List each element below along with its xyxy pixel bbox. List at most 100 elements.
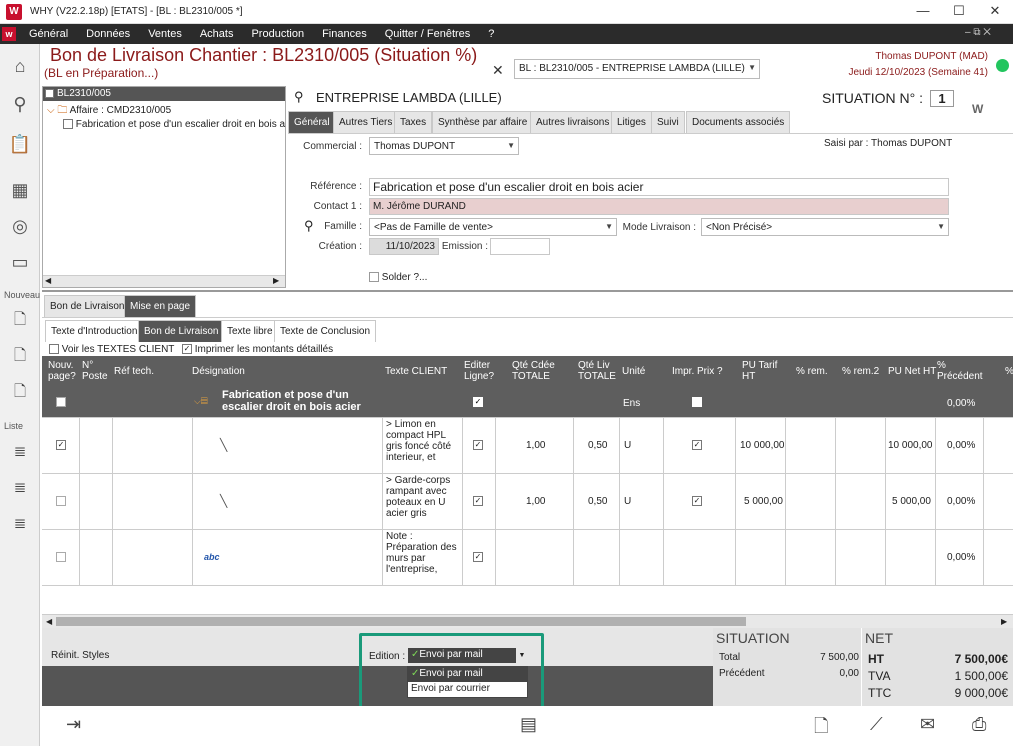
col-pu-net[interactable]: PU Net HT xyxy=(888,366,936,377)
menu-ventes[interactable]: Ventes xyxy=(139,24,191,44)
client-search-icon[interactable]: ⚲ xyxy=(294,89,304,105)
list-a-icon[interactable]: ≣ xyxy=(6,474,34,500)
nouv-page-checkbox[interactable] xyxy=(56,397,66,407)
menu-achats[interactable]: Achats xyxy=(191,24,243,44)
home-icon[interactable]: ⌂ xyxy=(6,52,34,80)
grid-scrollbar[interactable]: ◀ ▶ xyxy=(42,614,1013,628)
nouv-page-checkbox[interactable]: ✓ xyxy=(56,440,66,451)
col-pct[interactable]: % xyxy=(1005,366,1013,377)
table-row[interactable]: ⌵▤ Fabrication et pose d'un escalier dro… xyxy=(42,388,1013,418)
col-editer-ligne[interactable]: Editer Ligne? xyxy=(464,360,500,382)
tree-item[interactable]: Fabrication et pose d'un escalier droit … xyxy=(63,119,285,130)
tree-scrollbar[interactable]: ◀ ▶ xyxy=(43,275,285,287)
calculator-icon[interactable]: ▦ xyxy=(6,176,34,204)
col-pct-precedent[interactable]: % Précédent xyxy=(937,360,987,382)
subtab-bon-livraison[interactable]: Bon de Livraison xyxy=(44,295,131,317)
pdf-icon[interactable]: 🗋 xyxy=(814,714,828,744)
editer-checkbox[interactable]: ✓ xyxy=(473,397,483,407)
imprimer-montants-checkbox[interactable]: ✓ Imprimer les montants détaillés xyxy=(182,344,333,355)
tab-synthese[interactable]: Synthèse par affaire xyxy=(432,111,534,133)
tab-suivi[interactable]: Suivi xyxy=(651,111,685,133)
table-row[interactable]: abc Note : Préparation des murs par l'en… xyxy=(42,530,1013,586)
impr-prix-checkbox[interactable] xyxy=(692,397,702,407)
clipboard-icon[interactable]: ▤ xyxy=(520,714,537,735)
folder-icon[interactable]: ▭ xyxy=(6,248,34,276)
editer-checkbox[interactable]: ✓ xyxy=(473,496,483,507)
reinit-styles-button[interactable]: Réinit. Styles xyxy=(51,650,109,661)
impr-prix-checkbox[interactable]: ✓ xyxy=(692,440,702,451)
mdi-controls-icon[interactable]: – ⧉ ✕ xyxy=(965,27,991,38)
pagetab-bon-livraison[interactable]: Bon de Livraison xyxy=(138,320,225,342)
list-c-icon[interactable]: ≣ xyxy=(6,510,34,536)
col-no-poste[interactable]: N° Poste xyxy=(82,360,110,382)
emission-input[interactable] xyxy=(490,238,550,255)
new-doc-c-icon[interactable]: 🗋 xyxy=(6,380,34,406)
menu-quitter[interactable]: Quitter / Fenêtres xyxy=(376,24,480,44)
table-row[interactable]: ╲ > Garde-corps rampant avec poteaux en … xyxy=(42,474,1013,530)
col-pu-tarif[interactable]: PU Tarif HT xyxy=(742,360,784,382)
pencil-icon[interactable]: ╲ xyxy=(220,494,227,508)
col-qte-liv[interactable]: Qté Liv TOTALE xyxy=(578,360,620,382)
edition-select[interactable]: ✓Envoi par mail xyxy=(408,648,516,663)
new-doc-a-icon[interactable]: 🗋 xyxy=(6,344,34,370)
menu-general[interactable]: Général xyxy=(20,24,77,44)
tab-taxes[interactable]: Taxes xyxy=(394,111,433,133)
tab-documents[interactable]: Documents associés xyxy=(686,111,791,133)
editer-checkbox[interactable]: ✓ xyxy=(473,440,483,451)
solder-checkbox[interactable]: Solder ?... xyxy=(369,272,427,283)
exit-icon[interactable]: ⇥ xyxy=(66,714,81,735)
menu-production[interactable]: Production xyxy=(242,24,313,44)
editer-checkbox[interactable]: ✓ xyxy=(473,552,483,563)
tree-root[interactable]: BL2310/005 xyxy=(43,87,285,101)
bl-selector[interactable]: BL : BL2310/005 - ENTREPRISE LAMBDA (LIL… xyxy=(514,59,760,79)
subtab-mise-en-page[interactable]: Mise en page xyxy=(124,295,197,317)
col-ref-tech[interactable]: Réf tech. xyxy=(114,366,154,377)
option-envoi-courrier[interactable]: Envoi par courrier xyxy=(408,682,527,697)
pagetab-texte-libre[interactable]: Texte libre xyxy=(221,320,279,342)
close-icon[interactable]: ✕ xyxy=(977,3,1013,19)
scroll-thumb[interactable] xyxy=(56,617,746,626)
tab-litiges[interactable]: Litiges xyxy=(611,111,652,133)
new-doc-d-icon[interactable]: 🗋 xyxy=(6,308,34,334)
col-unite[interactable]: Unité xyxy=(622,366,645,377)
contact-input[interactable]: M. Jérôme DURAND xyxy=(369,198,949,215)
chevron-down-icon[interactable]: ▼ xyxy=(516,648,528,663)
pagetab-conclusion[interactable]: Texte de Conclusion xyxy=(274,320,377,342)
creation-date[interactable]: 11/10/2023 xyxy=(369,238,439,255)
print-icon[interactable]: ⎙ xyxy=(972,714,986,735)
minimize-icon[interactable]: — xyxy=(905,3,941,18)
col-texte-client[interactable]: Texte CLIENT xyxy=(385,366,447,377)
search-icon[interactable]: ⚲ xyxy=(6,90,34,118)
nouv-page-checkbox[interactable] xyxy=(56,496,66,507)
situation-number[interactable]: 1 xyxy=(930,90,954,107)
globe-icon[interactable]: ◎ xyxy=(6,212,34,240)
col-nouv-page[interactable]: Nouv. page? xyxy=(48,360,80,382)
mode-livraison-select[interactable]: <Non Précisé> ▼ xyxy=(701,218,949,236)
tab-general[interactable]: Général xyxy=(288,111,336,133)
col-impr-prix[interactable]: Impr. Prix ? xyxy=(672,366,723,377)
col-designation[interactable]: Désignation xyxy=(192,366,245,377)
table-row[interactable]: ✓ ╲ > Limon en compact HPL gris foncé cô… xyxy=(42,418,1013,474)
link-icon[interactable]: ⟋ xyxy=(870,714,883,735)
col-rem2[interactable]: % rem.2 xyxy=(842,366,879,377)
col-rem[interactable]: % rem. xyxy=(796,366,828,377)
commercial-select[interactable]: Thomas DUPONT ▼ xyxy=(369,137,519,155)
impr-prix-checkbox[interactable]: ✓ xyxy=(692,496,702,507)
famille-select[interactable]: <Pas de Famille de vente> ▼ xyxy=(369,218,617,236)
tab-autres-tiers[interactable]: Autres Tiers xyxy=(333,111,399,133)
clear-icon[interactable]: ✕ xyxy=(492,62,504,79)
reference-input[interactable]: Fabrication et pose d'un escalier droit … xyxy=(369,178,949,196)
nouv-page-checkbox[interactable] xyxy=(56,552,66,563)
text-style-icon[interactable]: abc xyxy=(204,552,220,562)
option-envoi-mail[interactable]: ✓Envoi par mail xyxy=(408,667,527,682)
pencil-icon[interactable]: ╲ xyxy=(220,438,227,452)
list-d-icon[interactable]: ≣ xyxy=(6,438,34,464)
menu-donnees[interactable]: Données xyxy=(77,24,139,44)
email-icon[interactable]: ✉ xyxy=(920,714,935,735)
menu-finances[interactable]: Finances xyxy=(313,24,376,44)
col-qte-cdee[interactable]: Qté Cdée TOTALE xyxy=(512,360,562,382)
tab-autres-livraisons[interactable]: Autres livraisons xyxy=(530,111,616,133)
menu-help[interactable]: ? xyxy=(479,24,503,44)
tree-affaire[interactable]: ⌵ 🗀 Affaire : CMD2310/005 xyxy=(47,103,171,120)
pagetab-introduction[interactable]: Texte d'Introduction xyxy=(45,320,144,342)
